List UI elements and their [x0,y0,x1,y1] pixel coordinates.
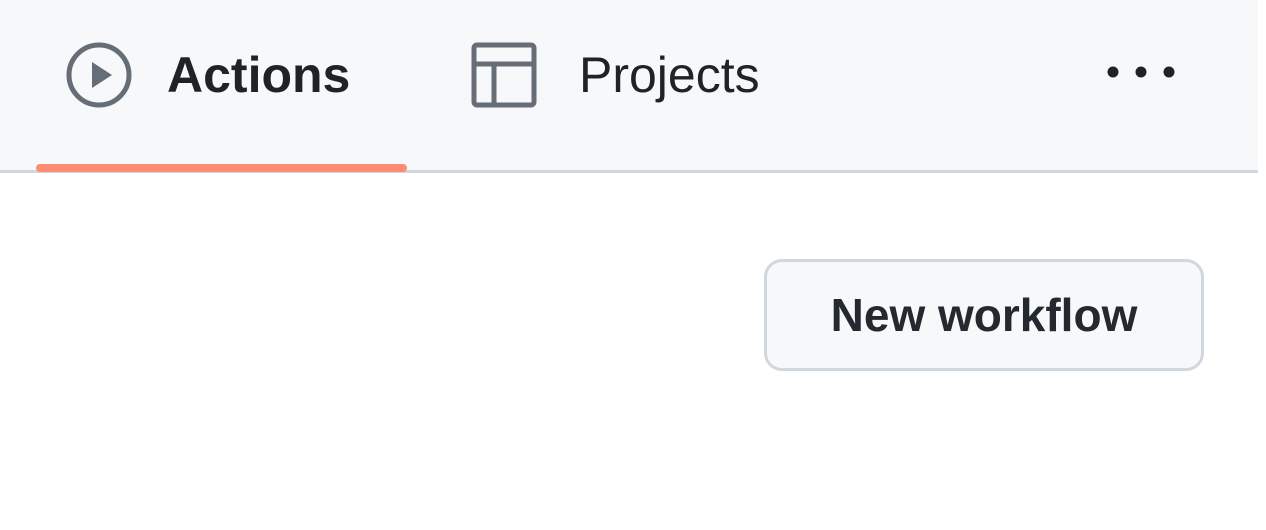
repository-navigation: Actions Projects [0,0,1258,173]
table-icon [471,42,537,108]
new-workflow-button[interactable]: New workflow [764,259,1204,371]
tab-actions-label: Actions [167,47,351,103]
play-icon [66,42,132,108]
more-horizontal-icon [1107,66,1175,78]
active-tab-underline [36,164,407,172]
repository-page: Actions Projects New workflow [0,0,1266,530]
tab-projects[interactable]: Projects [470,0,810,170]
tab-actions[interactable]: Actions [36,0,407,170]
tab-projects-label: Projects [579,47,760,103]
more-options-button[interactable] [1086,40,1196,104]
